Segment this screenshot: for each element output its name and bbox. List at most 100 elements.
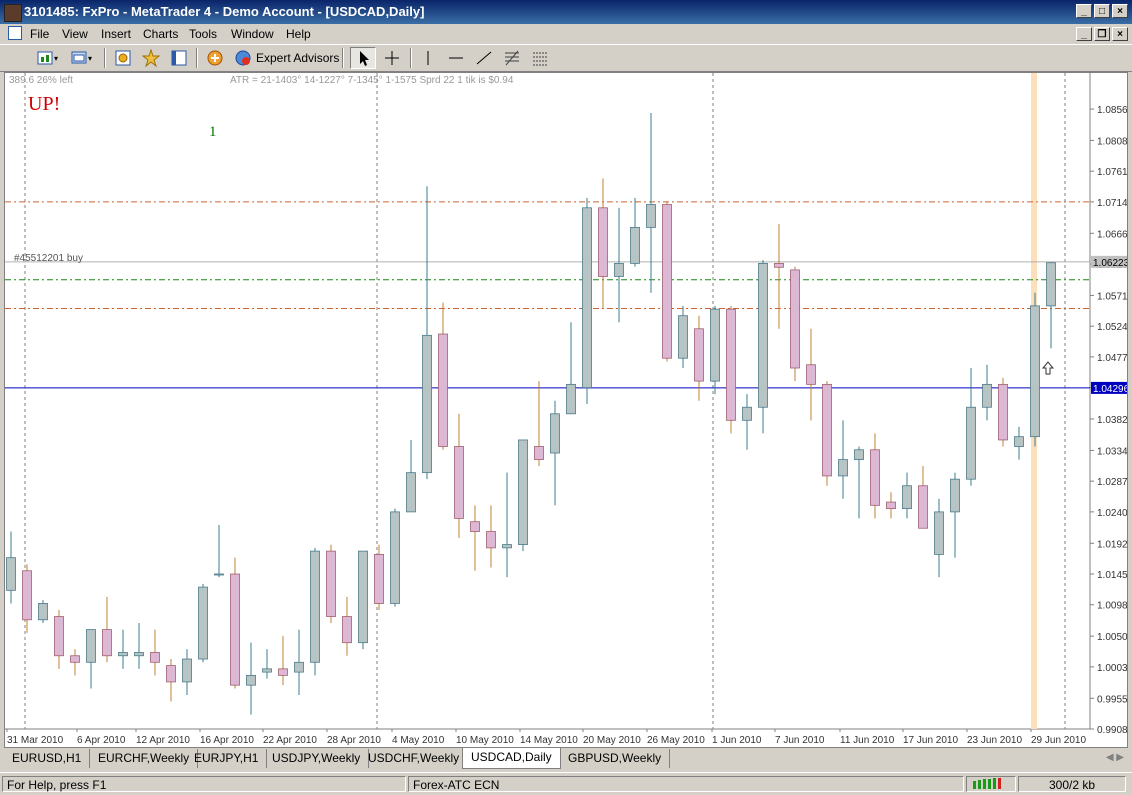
navigator-icon[interactable]: [142, 49, 162, 67]
bull-candle: [950, 478, 960, 513]
tab-gbpusd-weekly[interactable]: GBPUSD,Weekly: [560, 749, 671, 768]
y-tick-label: 1.00030: [1097, 663, 1127, 674]
x-tick-label: 23 Jun 2010: [967, 735, 1022, 746]
bull-candle: [246, 674, 256, 686]
x-tick-label: 28 Apr 2010: [327, 735, 381, 746]
bull-candle: [310, 550, 320, 663]
bear-candle: [278, 668, 288, 676]
close-button[interactable]: ×: [1112, 4, 1128, 18]
corner-info: 389.6 26% left: [9, 75, 73, 86]
minimize-button[interactable]: _: [1076, 4, 1092, 18]
bear-candle: [726, 308, 736, 421]
tab-eurjpy-h1[interactable]: EURJPY,H1: [186, 749, 268, 768]
bull-candle: [742, 406, 752, 421]
terminal-icon[interactable]: [170, 49, 190, 67]
menu-charts[interactable]: Charts: [143, 27, 178, 41]
bear-candle: [54, 616, 64, 657]
bear-candle: [374, 553, 384, 604]
bull-candle: [6, 557, 16, 591]
mdi-close-button[interactable]: ×: [1112, 27, 1128, 41]
cursor-button[interactable]: [350, 47, 376, 69]
status-profile: Forex-ATC ECN: [408, 776, 964, 792]
menu-insert[interactable]: Insert: [101, 27, 131, 41]
bear-candle: [70, 655, 80, 663]
bear-candle: [774, 262, 784, 268]
menu-tools[interactable]: Tools: [189, 27, 217, 41]
bear-candle: [454, 446, 464, 519]
status-bar: For Help, press F1 Forex-ATC ECN 300/2 k…: [0, 772, 1132, 795]
tab-eurusd-h1[interactable]: EURUSD,H1: [4, 749, 91, 768]
bull-candle: [838, 459, 848, 477]
menu-bar: File View Insert Charts Tools Window Hel…: [0, 24, 1132, 44]
title-bar: 3101485: FxPro - MetaTrader 4 - Demo Acc…: [0, 0, 1132, 24]
y-tick-label: 1.01920: [1097, 539, 1127, 550]
candlestick-chart[interactable]: 1.085601.080801.076101.071401.066601.061…: [5, 73, 1132, 747]
y-tick-label: 1.05710: [1097, 291, 1127, 302]
menu-help[interactable]: Help: [286, 27, 311, 41]
tab-usdchf-weekly[interactable]: USDCHF,Weekly: [360, 749, 469, 768]
y-tick-label: 1.07140: [1097, 198, 1127, 209]
bull-candle: [966, 406, 976, 480]
bull-candle: [614, 262, 624, 277]
bull-candle: [294, 661, 304, 673]
bear-candle: [918, 485, 928, 529]
profiles-icon[interactable]: ▾: [70, 49, 92, 67]
bull-candle: [902, 485, 912, 510]
new-order-icon[interactable]: [206, 49, 226, 67]
vertical-line-icon[interactable]: [418, 49, 438, 67]
new-chart-icon[interactable]: ▾: [36, 49, 58, 67]
blue-price-label: 1.04296: [1093, 384, 1127, 395]
tab-usdjpy-weekly[interactable]: USDJPY,Weekly: [264, 749, 370, 768]
y-tick-label: 1.08080: [1097, 136, 1127, 147]
bull-candle: [118, 652, 128, 657]
tab-usdcad-daily[interactable]: USDCAD,Daily: [462, 748, 561, 769]
bear-candle: [998, 383, 1008, 441]
chart-window[interactable]: 1.085601.080801.076101.071401.066601.061…: [4, 72, 1132, 748]
bear-candle: [662, 204, 672, 359]
bear-candle: [150, 652, 160, 663]
x-tick-label: 16 Apr 2010: [200, 735, 254, 746]
y-tick-label: 0.99080: [1097, 725, 1127, 736]
x-tick-label: 20 May 2010: [583, 735, 641, 746]
mdi-restore-button[interactable]: ❐: [1094, 27, 1110, 41]
maximize-button[interactable]: □: [1094, 4, 1110, 18]
bear-candle: [326, 550, 336, 617]
x-tick-label: 22 Apr 2010: [263, 735, 317, 746]
trendline-icon[interactable]: [474, 49, 494, 67]
bull-candle: [854, 449, 864, 460]
x-tick-label: 4 May 2010: [392, 735, 445, 746]
indicator-text: ATR = 21-1403° 14-1227° 7-1345° 1-1575 S…: [230, 75, 514, 86]
chart-document-icon[interactable]: [8, 26, 22, 40]
bear-candle: [470, 521, 480, 532]
y-tick-label: 1.05240: [1097, 322, 1127, 333]
menu-file[interactable]: File: [30, 27, 49, 41]
horizontal-line-icon[interactable]: [446, 49, 466, 67]
tab-eurchf-weekly[interactable]: EURCHF,Weekly: [90, 749, 199, 768]
market-watch-icon[interactable]: [114, 49, 134, 67]
signal-text: UP!: [28, 93, 61, 115]
expert-advisors-button[interactable]: Expert Advisors: [234, 49, 339, 67]
bull-candle: [1046, 262, 1056, 307]
tab-scroll-arrows[interactable]: ◀ ▶: [1106, 752, 1124, 763]
x-tick-label: 26 May 2010: [647, 735, 705, 746]
bull-candle: [38, 603, 48, 621]
fibonacci-icon[interactable]: [502, 49, 522, 67]
bear-candle: [102, 629, 112, 657]
y-tick-label: 1.07610: [1097, 167, 1127, 178]
bull-candle: [934, 511, 944, 555]
mdi-minimize-button[interactable]: _: [1076, 27, 1092, 41]
connection-icon: [966, 776, 1016, 792]
crosshair-icon[interactable]: [382, 49, 402, 67]
grid-icon[interactable]: [530, 49, 550, 67]
menu-window[interactable]: Window: [231, 27, 274, 41]
cursor-icon: [360, 51, 369, 66]
bull-candle: [86, 629, 96, 663]
bull-candle: [582, 207, 592, 389]
x-tick-label: 1 Jun 2010: [712, 735, 762, 746]
bear-candle: [886, 501, 896, 510]
x-tick-label: 31 Mar 2010: [7, 735, 64, 746]
x-tick-label: 12 Apr 2010: [136, 735, 190, 746]
bear-candle: [822, 383, 832, 477]
menu-view[interactable]: View: [62, 27, 88, 41]
expert-advisors-label: Expert Advisors: [256, 51, 340, 65]
